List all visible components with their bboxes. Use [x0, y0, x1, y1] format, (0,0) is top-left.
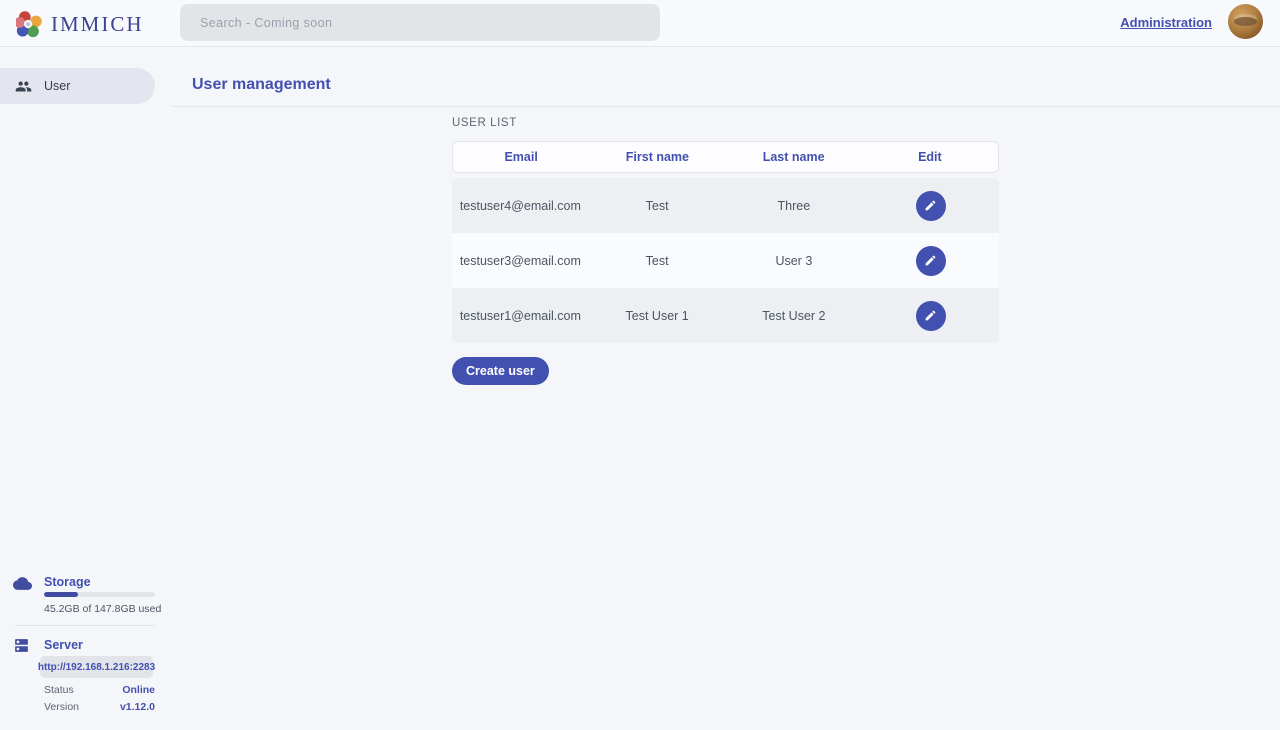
cell-email: testuser4@email.com: [452, 199, 589, 213]
page-title: User management: [192, 76, 331, 94]
sidebar-item-user[interactable]: User: [0, 68, 155, 104]
server-title: Server: [44, 638, 83, 652]
immich-admin-screen: IMMICH Administration User Storage 45.2G…: [0, 0, 1280, 730]
sidebar-divider: [15, 625, 155, 626]
search-input[interactable]: [180, 4, 660, 41]
storage-progress: [44, 592, 155, 597]
storage-usage-text: 45.2GB of 147.8GB used: [44, 603, 161, 615]
immich-flower-icon: [16, 11, 43, 38]
version-value: v1.12.0: [120, 701, 155, 713]
column-header-email: Email: [453, 150, 589, 164]
server-url-chip: http://192.168.1.216:2283: [40, 656, 153, 678]
server-status-row: Status Online: [44, 684, 155, 696]
cell-email: testuser3@email.com: [452, 254, 589, 268]
cell-edit: [862, 191, 999, 221]
app-logo[interactable]: IMMICH: [16, 8, 144, 40]
pencil-icon: [924, 309, 937, 322]
cell-last-name: Test User 2: [726, 309, 863, 323]
dns-icon: [13, 637, 30, 659]
edit-user-button[interactable]: [916, 301, 946, 331]
cell-first-name: Test User 1: [589, 309, 726, 323]
cell-first-name: Test: [589, 199, 726, 213]
table-row: testuser3@email.com Test User 3: [452, 233, 999, 288]
storage-title: Storage: [44, 575, 91, 589]
search-bar: [180, 4, 660, 41]
cell-email: testuser1@email.com: [452, 309, 589, 323]
cloud-icon: [13, 574, 32, 598]
edit-user-button[interactable]: [916, 191, 946, 221]
edit-user-button[interactable]: [916, 246, 946, 276]
cell-last-name: Three: [726, 199, 863, 213]
status-label: Status: [44, 684, 74, 696]
pencil-icon: [924, 254, 937, 267]
users-icon: [15, 78, 32, 95]
server-version-row: Version v1.12.0: [44, 701, 155, 713]
column-header-first-name: First name: [589, 150, 725, 164]
user-avatar[interactable]: [1228, 4, 1263, 39]
pencil-icon: [924, 199, 937, 212]
app-header: IMMICH Administration: [0, 0, 1280, 47]
storage-progress-fill: [44, 592, 78, 597]
brand-wordmark: IMMICH: [51, 12, 144, 37]
version-label: Version: [44, 701, 79, 713]
table-row: testuser1@email.com Test User 1 Test Use…: [452, 288, 999, 343]
user-list-label: USER LIST: [452, 117, 517, 129]
status-value: Online: [122, 684, 155, 696]
create-user-button[interactable]: Create user: [452, 357, 549, 385]
administration-link[interactable]: Administration: [1120, 15, 1212, 30]
sidebar-item-user-label: User: [44, 79, 70, 93]
cell-last-name: User 3: [726, 254, 863, 268]
table-header: Email First name Last name Edit: [452, 141, 999, 173]
cell-edit: [862, 246, 999, 276]
column-header-last-name: Last name: [726, 150, 862, 164]
title-divider: [171, 106, 1280, 107]
column-header-edit: Edit: [862, 150, 998, 164]
cell-first-name: Test: [589, 254, 726, 268]
table-row: testuser4@email.com Test Three: [452, 178, 999, 233]
user-table: testuser4@email.com Test Three testuser3…: [452, 178, 999, 343]
cell-edit: [862, 301, 999, 331]
